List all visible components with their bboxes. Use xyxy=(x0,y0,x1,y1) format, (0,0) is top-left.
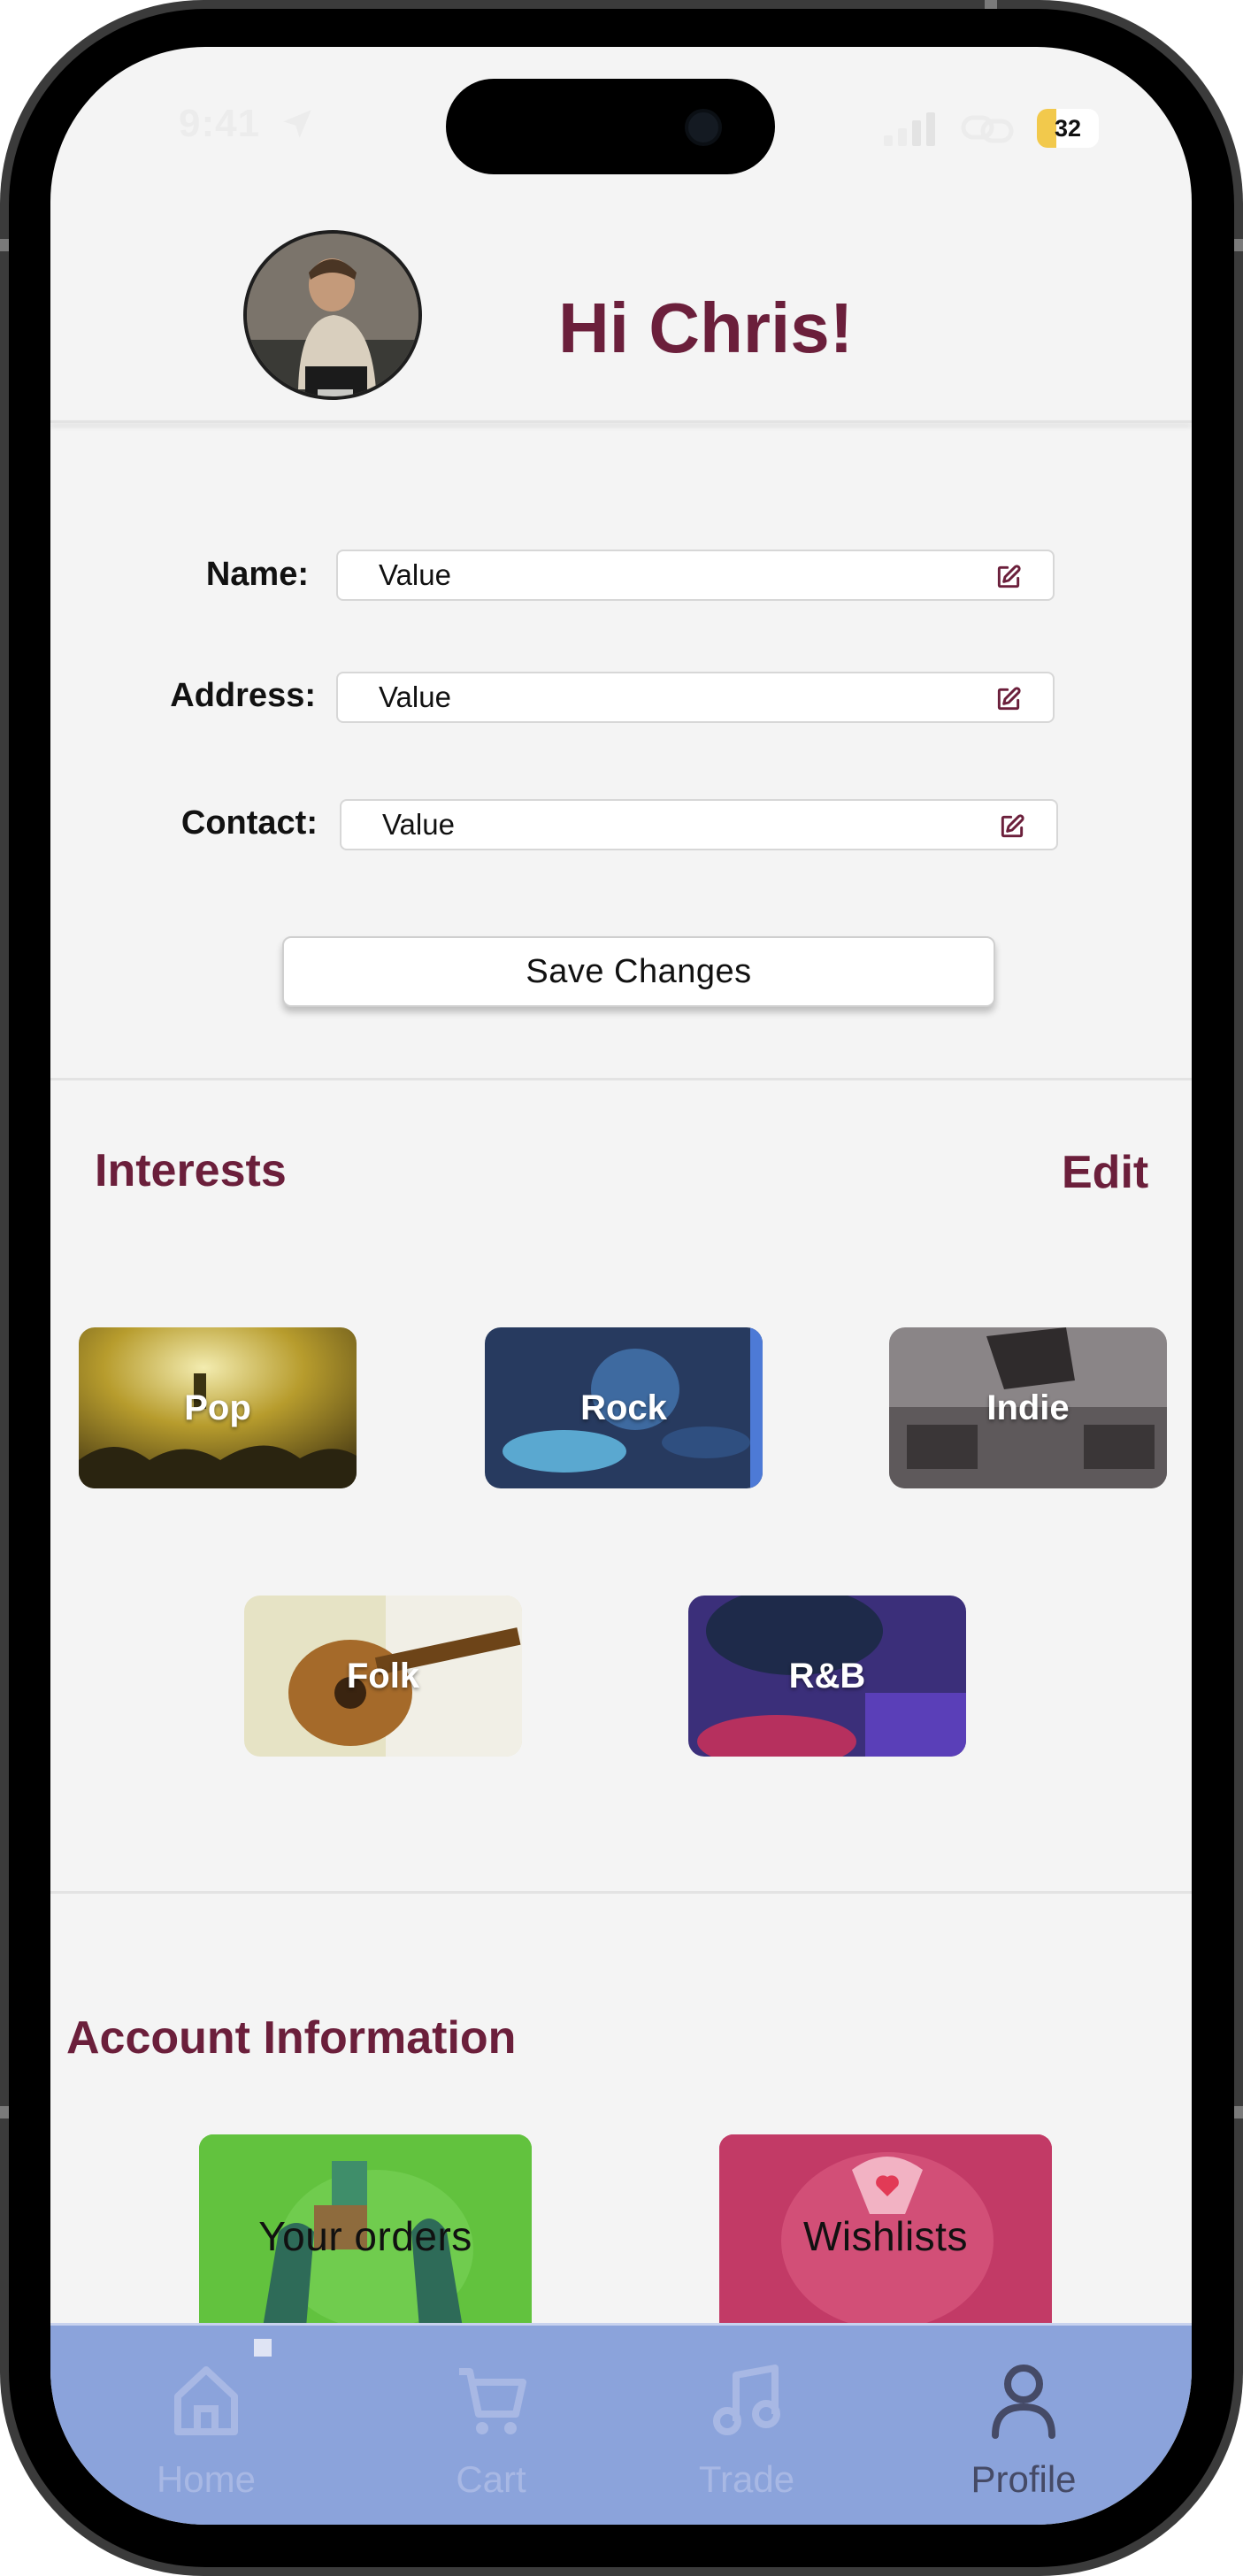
address-label: Address: xyxy=(170,677,316,714)
name-field[interactable]: Value xyxy=(336,550,1055,601)
interest-tile-indie[interactable]: Indie xyxy=(889,1327,1167,1488)
tab-cart[interactable]: Cart xyxy=(403,2361,579,2511)
home-icon xyxy=(174,2366,238,2435)
tab-profile[interactable]: Profile xyxy=(935,2361,1112,2511)
music-note-icon xyxy=(713,2365,780,2435)
interest-label: Indie xyxy=(986,1388,1070,1427)
save-button[interactable]: Save Changes xyxy=(282,936,995,1007)
your-orders-tile[interactable]: Your orders xyxy=(199,2134,532,2338)
section-divider xyxy=(50,1078,1192,1080)
cart-icon xyxy=(459,2368,526,2434)
tab-label: Trade xyxy=(698,2458,795,2500)
tab-bar: Home Cart Trade Profile xyxy=(50,2323,1192,2525)
account-title: Account Information xyxy=(66,2012,517,2064)
address-value: Value xyxy=(379,681,451,713)
interest-tile-rock[interactable]: Rock xyxy=(485,1327,763,1488)
status-time: 9:41 xyxy=(179,102,261,145)
tab-trade[interactable]: Trade xyxy=(658,2361,835,2511)
interest-label: Pop xyxy=(184,1388,251,1427)
avatar[interactable] xyxy=(243,230,422,400)
battery-level: 32 xyxy=(1054,114,1082,142)
location-arrow-icon xyxy=(283,110,311,138)
address-field[interactable]: Value xyxy=(336,672,1055,723)
interest-label: Folk xyxy=(346,1656,420,1696)
signal-icon xyxy=(884,112,935,146)
tab-home[interactable]: Home xyxy=(118,2361,295,2511)
section-divider xyxy=(50,1891,1192,1894)
name-label: Name: xyxy=(205,556,309,593)
interest-label: Rock xyxy=(580,1388,667,1427)
interests-edit-link[interactable]: Edit xyxy=(1062,1146,1148,1199)
tab-label: Cart xyxy=(456,2458,526,2500)
camera-icon xyxy=(685,109,722,146)
edit-icon[interactable] xyxy=(994,685,1023,713)
edit-icon[interactable] xyxy=(994,563,1023,591)
interest-tile-pop[interactable]: Pop xyxy=(79,1327,357,1488)
dynamic-island xyxy=(446,79,775,174)
avatar-photo xyxy=(247,234,418,396)
interests-title: Interests xyxy=(95,1145,287,1196)
app-screen: 9:41 32 Hi Chris! Name: Value Address: V… xyxy=(50,47,1192,2525)
interest-label: R&B xyxy=(788,1656,866,1696)
wishlists-tile[interactable]: Wishlists xyxy=(719,2134,1052,2338)
tab-label: Profile xyxy=(971,2458,1077,2500)
wishlists-label: Wishlists xyxy=(803,2213,968,2259)
edit-icon[interactable] xyxy=(998,812,1026,841)
interest-tile-folk[interactable]: Folk xyxy=(244,1596,522,1757)
tab-label: Home xyxy=(156,2458,257,2500)
contact-label: Contact: xyxy=(180,804,318,842)
contact-field[interactable]: Value xyxy=(340,799,1058,850)
header-divider xyxy=(50,420,1192,423)
person-icon xyxy=(992,2365,1055,2439)
name-value: Value xyxy=(379,558,451,591)
interest-tile-rnb[interactable]: R&B xyxy=(688,1596,966,1757)
your-orders-label: Your orders xyxy=(258,2213,472,2259)
page-title: Hi Chris! xyxy=(558,288,854,367)
battery-icon: 32 xyxy=(1037,109,1099,148)
link-icon xyxy=(961,115,1014,143)
contact-value: Value xyxy=(382,808,455,841)
notification-dot xyxy=(254,2339,272,2357)
